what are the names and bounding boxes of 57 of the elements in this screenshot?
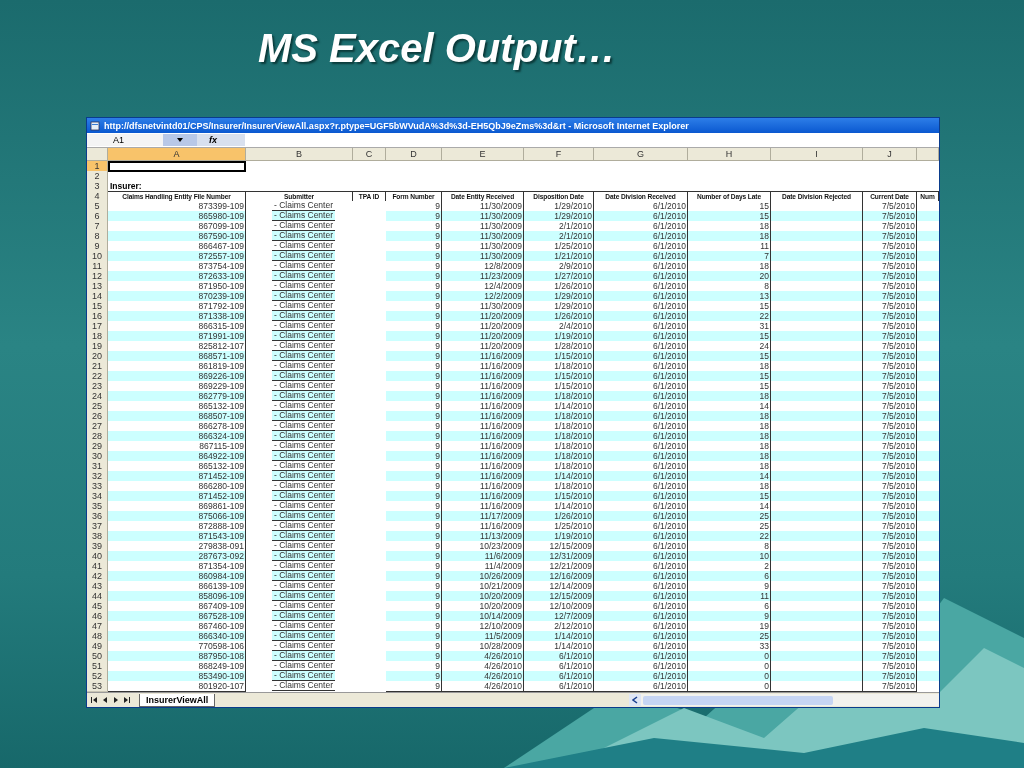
scroll-thumb[interactable] bbox=[643, 695, 833, 705]
table-cell bbox=[917, 551, 939, 562]
table-cell bbox=[917, 651, 939, 662]
page-icon bbox=[90, 120, 100, 131]
table-cell bbox=[917, 611, 939, 622]
table-cell bbox=[917, 431, 939, 442]
table-cell: - Claims Center bbox=[271, 681, 335, 691]
table-cell bbox=[917, 451, 939, 462]
sheet-tab[interactable]: InsurerViewAll bbox=[139, 693, 216, 707]
table-cell bbox=[917, 311, 939, 322]
table-cell: 9 bbox=[386, 681, 442, 692]
column-letter[interactable]: D bbox=[386, 148, 442, 161]
table-cell bbox=[917, 251, 939, 262]
scroll-left-button[interactable] bbox=[629, 694, 641, 706]
table-cell bbox=[917, 531, 939, 542]
section-label: Insurer: bbox=[109, 181, 143, 192]
column-letter[interactable]: E bbox=[442, 148, 524, 161]
table-cell bbox=[917, 211, 939, 222]
column-letter[interactable]: G bbox=[594, 148, 688, 161]
table-cell bbox=[917, 331, 939, 342]
table-cell bbox=[917, 351, 939, 362]
table-cell bbox=[917, 271, 939, 282]
table-cell bbox=[917, 511, 939, 522]
table-cell bbox=[917, 231, 939, 242]
column-letter[interactable]: B bbox=[246, 148, 353, 161]
table-cell bbox=[917, 571, 939, 582]
name-box[interactable]: A1 bbox=[87, 134, 163, 146]
table-cell bbox=[917, 411, 939, 422]
table-cell bbox=[917, 291, 939, 302]
next-sheet-icon[interactable] bbox=[112, 696, 120, 704]
table-cell bbox=[917, 671, 939, 682]
caret-icon bbox=[177, 138, 183, 142]
column-letter[interactable]: H bbox=[688, 148, 771, 161]
table-cell bbox=[917, 371, 939, 382]
selected-cell[interactable] bbox=[108, 161, 246, 172]
chevron-left-icon bbox=[632, 696, 638, 704]
column-header-cell bbox=[917, 148, 939, 161]
column-letter[interactable]: I bbox=[771, 148, 863, 161]
table-cell bbox=[917, 491, 939, 502]
table-cell: 801920-107 bbox=[108, 681, 246, 692]
horizontal-scrollbar[interactable] bbox=[629, 694, 939, 706]
column-letter[interactable]: C bbox=[353, 148, 386, 161]
column-letter[interactable]: F bbox=[524, 148, 594, 161]
table-cell bbox=[917, 471, 939, 482]
table-cell bbox=[917, 391, 939, 402]
function-button[interactable]: fx bbox=[197, 134, 245, 146]
last-sheet-icon[interactable] bbox=[123, 696, 131, 704]
previous-sheet-icon[interactable] bbox=[101, 696, 109, 704]
table-cell bbox=[917, 631, 939, 642]
table-cell bbox=[917, 591, 939, 602]
window-title: http://dfsnetvintd01/CPS/Insurer/InsurerViewAll.aspx?r.ptype=UGF5bWVudA%3d%3d-EH5QbJ9eZms%3d&rt - Microsoft Internet Explorer bbox=[104, 120, 689, 131]
slide-title: MS Excel Output… bbox=[257, 25, 617, 72]
column-letter[interactable]: J bbox=[863, 148, 917, 161]
first-sheet-icon[interactable] bbox=[90, 696, 98, 704]
dropdown-button[interactable] bbox=[163, 134, 197, 146]
column-letter[interactable]: A bbox=[108, 148, 246, 161]
table-cell: 0 bbox=[688, 681, 771, 692]
